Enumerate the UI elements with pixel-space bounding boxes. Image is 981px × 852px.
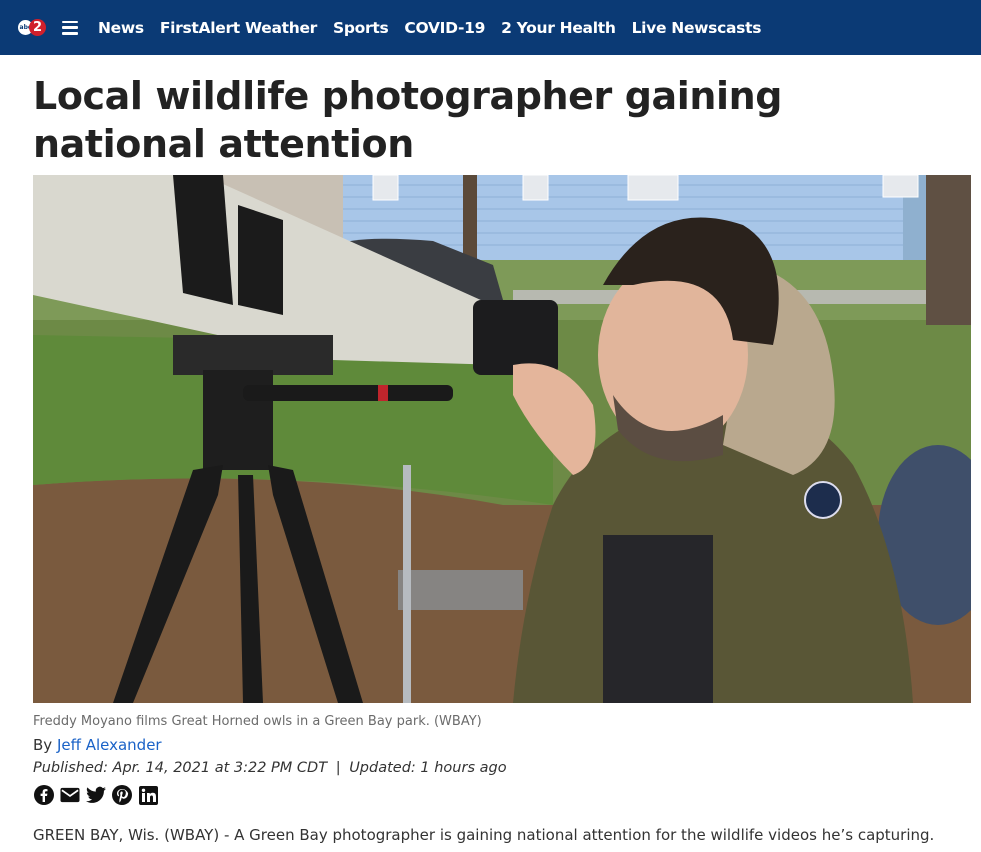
- timestamp-separator: |: [335, 760, 341, 776]
- email-icon[interactable]: [60, 785, 80, 805]
- site-logo[interactable]: abc 2: [18, 17, 48, 39]
- nav-item-live-newscasts[interactable]: Live Newscasts: [632, 19, 762, 37]
- published-timestamp: Published: Apr. 14, 2021 at 3:22 PM CDT: [33, 760, 328, 776]
- updated-timestamp: Updated: 1 hours ago: [349, 760, 507, 776]
- byline: By Jeff Alexander: [33, 736, 162, 754]
- nav-item-news[interactable]: News: [98, 19, 144, 37]
- main-nav: News FirstAlert Weather Sports COVID-19 …: [98, 19, 761, 37]
- nav-item-sports[interactable]: Sports: [333, 19, 389, 37]
- article-headline: Local wildlife photographer gaining nati…: [33, 74, 783, 166]
- nav-item-firstalert-weather[interactable]: FirstAlert Weather: [160, 19, 317, 37]
- facebook-icon[interactable]: [34, 785, 54, 805]
- share-bar: [34, 785, 158, 805]
- nav-item-covid-19[interactable]: COVID-19: [404, 19, 485, 37]
- linkedin-icon[interactable]: [138, 785, 158, 805]
- hero-illustration: [33, 175, 971, 703]
- article-body-paragraph: GREEN BAY, Wis. (WBAY) - A Green Bay pho…: [33, 826, 935, 844]
- menu-icon[interactable]: [62, 20, 78, 35]
- pinterest-icon[interactable]: [112, 785, 132, 805]
- hero-image: [33, 175, 971, 703]
- publish-info: Published: Apr. 14, 2021 at 3:22 PM CDT …: [33, 760, 507, 776]
- image-caption: Freddy Moyano films Great Horned owls in…: [33, 714, 482, 729]
- byline-prefix: By: [33, 736, 53, 754]
- site-header: abc 2 News FirstAlert Weather Sports COV…: [0, 0, 981, 55]
- logo-channel-number: 2: [29, 19, 46, 36]
- twitter-icon[interactable]: [86, 785, 106, 805]
- author-link[interactable]: Jeff Alexander: [57, 736, 162, 754]
- nav-item-2-your-health[interactable]: 2 Your Health: [501, 19, 616, 37]
